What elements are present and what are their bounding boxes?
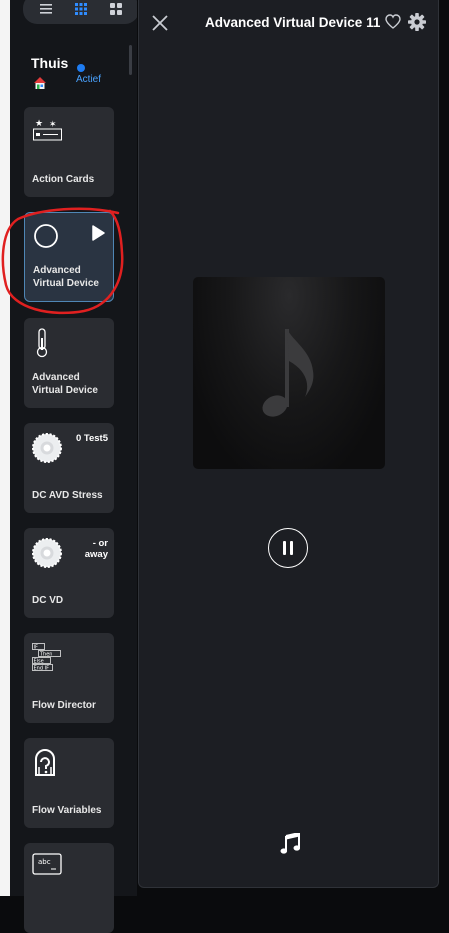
card-label: Advanced Virtual Device	[33, 265, 99, 289]
list-view-button[interactable]	[35, 0, 57, 18]
home-title: Thuis	[31, 55, 69, 71]
gear-icon[interactable]	[408, 13, 426, 31]
left-edge-strip	[0, 0, 10, 896]
thermometer-icon	[36, 328, 48, 358]
action-cards-icon: ★ ✶	[33, 119, 62, 141]
album-art	[193, 277, 385, 469]
card-value: 0 Test5	[75, 433, 108, 444]
abc-icon: abc	[32, 853, 62, 875]
circle-icon	[34, 224, 58, 248]
home-icon	[34, 77, 46, 89]
device-card-flow-variables[interactable]: Flow Variables	[24, 738, 114, 828]
flow-director-icon: IF Then Else End IF	[32, 643, 61, 672]
flow-endif-text: End IF	[34, 666, 50, 672]
card-label: Flow Director	[32, 700, 96, 711]
close-icon	[152, 15, 168, 31]
card-label: Advanced Virtual Device	[32, 372, 98, 396]
device-card-dc-vd[interactable]: - or away DC VD	[24, 528, 114, 618]
large-grid-view-button[interactable]	[105, 0, 127, 18]
flow-then-text: Then	[39, 652, 52, 658]
device-card-abc[interactable]: abc	[24, 843, 114, 933]
home-zone[interactable]: Thuis Actief	[30, 54, 130, 94]
close-button[interactable]	[149, 12, 171, 34]
card-value: - or away	[84, 538, 108, 560]
panel-title: Advanced Virtual Device 11	[205, 15, 381, 30]
small-grid-icon	[74, 3, 87, 15]
device-card-action-cards[interactable]: ★ ✶ Action Cards	[24, 107, 114, 197]
music-tab-icon[interactable]	[280, 833, 300, 855]
card-label: Flow Variables	[32, 805, 102, 816]
large-grid-icon	[109, 3, 122, 15]
gear-badge-icon	[32, 433, 62, 463]
device-card-advanced-virtual-device-thermometer[interactable]: Advanced Virtual Device	[24, 318, 114, 408]
view-switch	[23, 0, 137, 24]
list-icon	[40, 4, 53, 14]
flow-else-text: Else	[34, 659, 44, 665]
device-card-dc-avd-stress[interactable]: 0 Test5 DC AVD Stress	[24, 423, 114, 513]
device-detail-panel: Advanced Virtual Device 11	[138, 0, 439, 888]
music-note-icon	[262, 329, 314, 417]
heart-icon[interactable]	[385, 14, 401, 30]
flow-if-text: IF	[34, 645, 38, 651]
device-card-flow-director[interactable]: IF Then Else End IF Flow Director	[24, 633, 114, 723]
home-status: Actief	[76, 74, 102, 85]
card-label: DC VD	[32, 595, 64, 606]
device-card-advanced-virtual-device-selected[interactable]: Advanced Virtual Device	[24, 212, 114, 302]
play-icon[interactable]	[91, 225, 105, 241]
small-grid-view-button[interactable]	[70, 0, 92, 18]
abc-icon-text: abc	[38, 858, 51, 866]
flow-variables-icon	[35, 749, 55, 776]
svg-text:★: ★	[35, 119, 43, 129]
sidebar-scrollbar[interactable]	[129, 45, 132, 75]
pause-button[interactable]	[268, 528, 308, 568]
card-label: DC AVD Stress	[32, 490, 103, 501]
pause-icon	[283, 541, 286, 555]
card-label: Action Cards	[32, 174, 95, 185]
status-dot	[77, 64, 85, 72]
gear-badge-icon	[32, 538, 62, 568]
